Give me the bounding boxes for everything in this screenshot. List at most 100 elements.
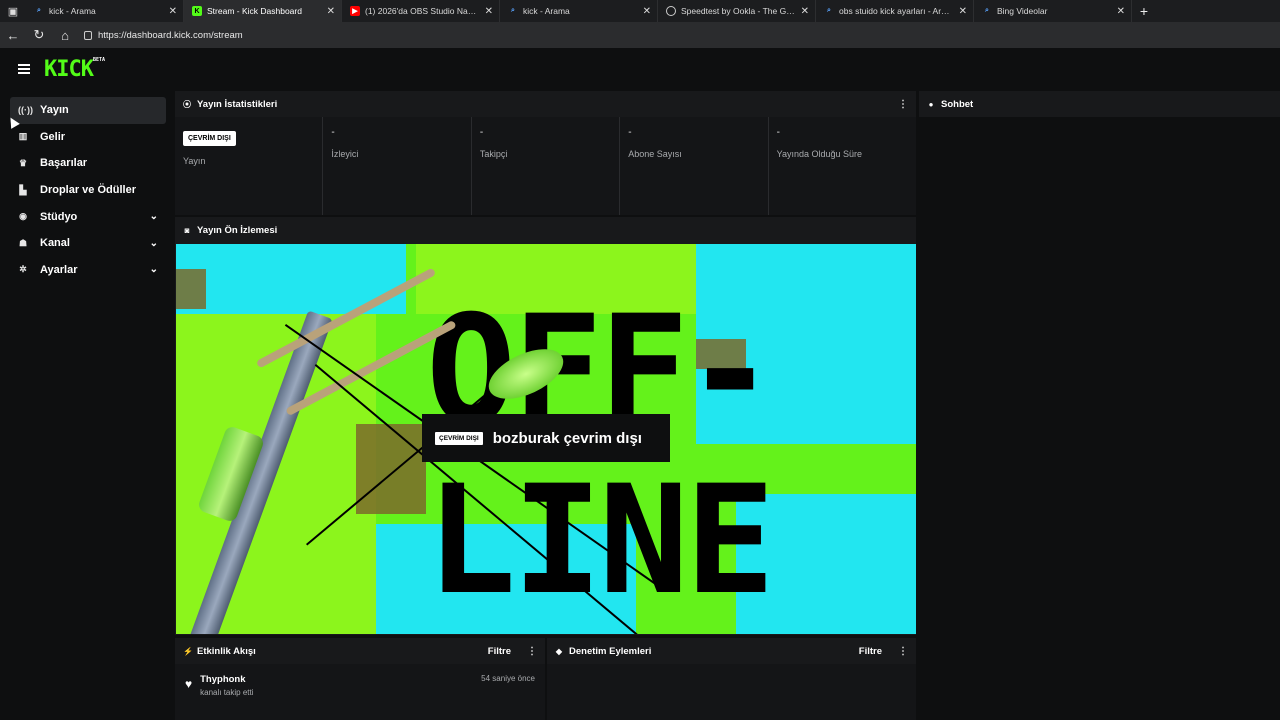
stat-value: - xyxy=(628,127,632,138)
tab-actions-icon[interactable]: ▣ xyxy=(0,0,26,22)
panel-title: Etkinlik Akışı xyxy=(197,645,256,657)
sidebar-item-kanal[interactable]: ☗ Kanal ⌄ xyxy=(10,230,166,257)
more-options-icon[interactable]: ⋮ xyxy=(898,99,908,110)
stream-preview-panel: ◙ Yayın Ön İzlemesi OFF- LINE ÇEVRİM DIŞ… xyxy=(175,217,916,635)
chevron-down-icon: ⌄ xyxy=(149,237,158,249)
back-arrow-icon[interactable]: ← xyxy=(6,28,20,43)
sidebar-item-label: Kanal xyxy=(40,237,70,250)
broadcast-icon: ⦿ xyxy=(183,99,191,109)
sidebar-item-gelir[interactable]: ▥ Gelir xyxy=(10,124,166,151)
sidebar-item-basarilar[interactable]: ♛ Başarılar xyxy=(10,150,166,177)
more-options-icon[interactable]: ⋮ xyxy=(898,646,908,657)
trophy-icon: ♛ xyxy=(18,157,28,168)
browser-tab[interactable]: Speedtest by Ookla - The Global Broadban… xyxy=(658,0,816,22)
panel-header: ⚡ Etkinlik Akışı Filtre ⋮ xyxy=(175,638,545,664)
browser-tab[interactable]: ⌕ obs stuido kick ayarları - Arama ✕ xyxy=(816,0,974,22)
list-item: ♥ Thyphonk kanalı takip etti 54 saniye ö… xyxy=(175,664,545,720)
browser-tabbar: ▣ ⌕ kick - Arama ✕ K Stream - Kick Dashb… xyxy=(0,0,1280,22)
offline-message: bozburak çevrim dışı xyxy=(492,429,642,447)
sidebar-item-label: Stüdyo xyxy=(40,210,78,223)
browser-tab[interactable]: ⌕ kick - Arama ✕ xyxy=(500,0,658,22)
tab-title: Bing Videolar xyxy=(997,6,1048,16)
beta-badge: BETA xyxy=(92,56,105,63)
search-icon: ⌕ xyxy=(827,7,831,14)
browser-tab[interactable]: ⌕ kick - Arama ✕ xyxy=(26,0,184,22)
close-icon[interactable]: ✕ xyxy=(643,6,651,17)
stat-uptime: - Yayında Olduğu Süre xyxy=(768,117,917,215)
more-options-icon[interactable]: ⋮ xyxy=(527,646,537,657)
event-user[interactable]: Thyphonk xyxy=(200,674,473,685)
tab-title: kick - Arama xyxy=(49,6,96,16)
stat-label: Yayında Olduğu Süre xyxy=(776,149,863,159)
offline-overlay: ÇEVRİM DIŞI bozburak çevrim dışı xyxy=(422,414,670,462)
new-tab-button[interactable]: + xyxy=(1132,0,1156,22)
chevron-down-icon: ⌄ xyxy=(149,211,158,223)
stat-label: Takipçi xyxy=(479,149,508,159)
chevron-down-icon: ⌄ xyxy=(149,264,158,276)
close-icon[interactable]: ✕ xyxy=(327,6,335,17)
close-icon[interactable]: ✕ xyxy=(801,6,809,17)
activity-feed-panel: ⚡ Etkinlik Akışı Filtre ⋮ ♥ Thyphonk kan… xyxy=(175,638,545,720)
kick-logo[interactable]: KICK BETA xyxy=(44,56,105,82)
search-icon: ⌕ xyxy=(511,7,515,14)
browser-tab[interactable]: ⌕ Bing Videolar ✕ xyxy=(974,0,1132,22)
sidebar-item-label: Ayarlar xyxy=(40,263,78,276)
stream-stats-panel: ⦿ Yayın İstatistikleri ⋮ ÇEVRİM DIŞI Yay… xyxy=(175,91,917,215)
sidebar: ((·)) Yayın ▥ Gelir ♛ Başarılar ▙ Dropla… xyxy=(10,97,166,283)
stat-label: Yayın xyxy=(183,156,206,166)
reload-icon[interactable]: ↻ xyxy=(32,27,46,43)
offline-preview-image: OFF- LINE ÇEVRİM DIŞI bozburak çevrim dı… xyxy=(176,244,916,634)
tab-title: obs stuido kick ayarları - Arama xyxy=(839,6,954,16)
stat-label: İzleyici xyxy=(331,149,359,159)
sidebar-item-ayarlar[interactable]: ✲ Ayarlar ⌄ xyxy=(10,257,166,284)
close-icon[interactable]: ✕ xyxy=(485,6,493,17)
shield-icon: ◆ xyxy=(555,646,563,656)
background-shape xyxy=(176,269,206,309)
logo-text: KICK xyxy=(44,56,94,82)
sidebar-item-label: Yayın xyxy=(40,104,69,117)
panel-title: Yayın Ön İzlemesi xyxy=(197,224,278,236)
stat-value: - xyxy=(479,127,484,138)
broadcast-icon: ((·)) xyxy=(18,105,33,116)
app-header: KICK BETA xyxy=(0,48,1280,90)
gift-icon: ▙ xyxy=(19,184,27,195)
menu-icon[interactable] xyxy=(18,64,30,74)
event-body: Thyphonk kanalı takip etti xyxy=(200,674,473,697)
gear-icon: ✲ xyxy=(19,264,27,275)
address-bar[interactable]: https://dashboard.kick.com/stream xyxy=(84,30,243,41)
kick-dashboard: KICK BETA ((·)) Yayın ▥ Gelir ♛ Başarıla… xyxy=(0,48,1280,720)
home-icon[interactable]: ⌂ xyxy=(58,28,72,43)
filter-button[interactable]: Filtre xyxy=(488,646,511,657)
stat-value: - xyxy=(776,127,780,138)
background-shape xyxy=(356,424,426,514)
url-text: https://dashboard.kick.com/stream xyxy=(98,29,243,41)
heart-icon: ♥ xyxy=(185,677,193,691)
status-badge: ÇEVRİM DIŞI xyxy=(435,431,483,445)
close-icon[interactable]: ✕ xyxy=(169,6,177,17)
close-icon[interactable]: ✕ xyxy=(1117,6,1125,17)
event-time: 54 saniye önce xyxy=(481,674,535,683)
lightning-icon: ⚡ xyxy=(183,646,193,656)
channel-icon: ☗ xyxy=(18,237,28,248)
kick-icon: K xyxy=(192,6,202,16)
lock-icon xyxy=(84,30,92,40)
chat-bubble-icon: ● xyxy=(928,99,934,109)
sidebar-item-label: Gelir xyxy=(40,130,66,143)
browser-toolbar: ← ↻ ⌂ https://dashboard.kick.com/stream xyxy=(0,22,1280,48)
sidebar-item-label: Başarılar xyxy=(40,157,88,170)
camera-icon: ◙ xyxy=(184,225,190,235)
filter-button[interactable]: Filtre xyxy=(859,646,882,657)
browser-tab-active[interactable]: K Stream - Kick Dashboard ✕ xyxy=(184,0,342,22)
browser-tab[interactable]: ▶ (1) 2026'da OBS Studio Nasıl Kullanılı… xyxy=(342,0,500,22)
search-icon: ⌕ xyxy=(37,7,41,14)
ookla-icon xyxy=(666,6,676,16)
sidebar-item-label: Droplar ve Ödüller xyxy=(40,184,136,197)
sidebar-item-yayin[interactable]: ((·)) Yayın xyxy=(10,97,166,124)
tab-title: Stream - Kick Dashboard xyxy=(207,6,302,16)
sidebar-item-droplar[interactable]: ▙ Droplar ve Ödüller xyxy=(10,177,166,204)
sidebar-item-studyo[interactable]: ◉ Stüdyo ⌄ xyxy=(10,203,166,230)
panel-title: Sohbet xyxy=(941,98,974,110)
close-icon[interactable]: ✕ xyxy=(959,6,967,17)
event-description: kanalı takip etti xyxy=(200,688,254,697)
panel-title: Denetim Eylemleri xyxy=(569,645,652,657)
